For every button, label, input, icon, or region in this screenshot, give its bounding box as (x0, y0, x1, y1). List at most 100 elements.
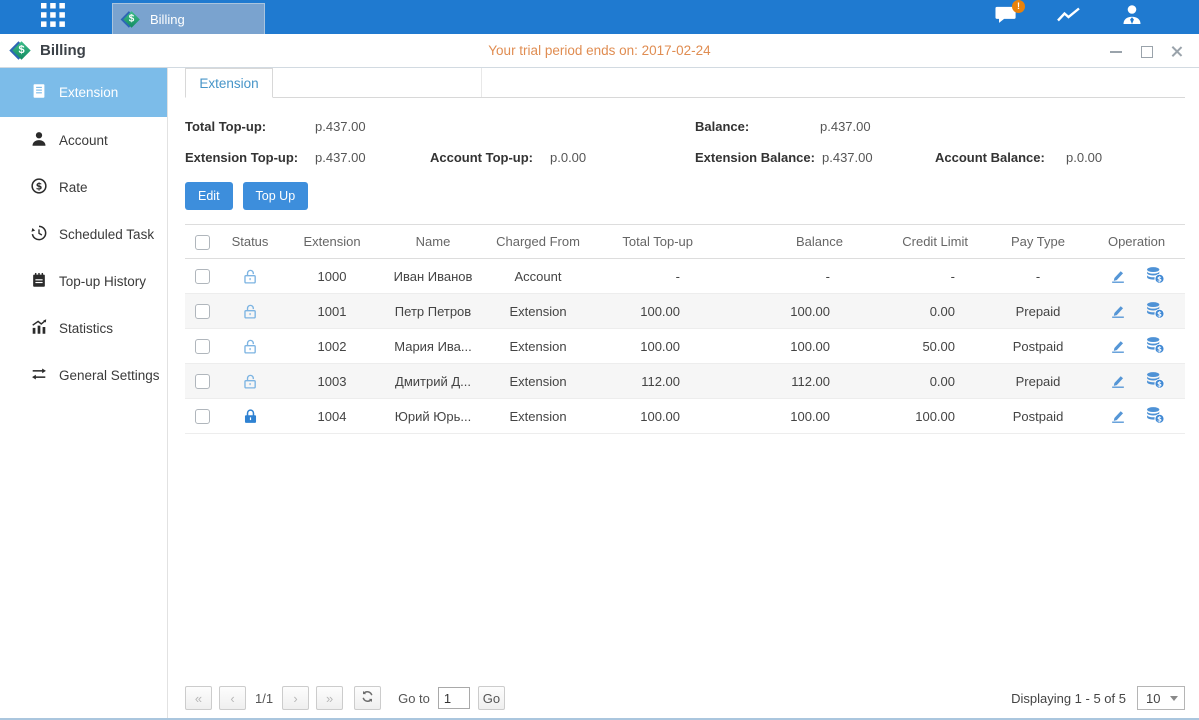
account-topup-label: Account Top-up: (430, 150, 550, 165)
extension-topup-value: p.437.00 (315, 150, 430, 165)
edit-button[interactable]: Edit (185, 182, 233, 210)
cell-total-topup: 100.00 (593, 329, 713, 364)
cell-credit-limit: 0.00 (863, 294, 988, 329)
top-up-row-icon[interactable]: $ (1145, 406, 1165, 427)
cell-credit-limit: 100.00 (863, 399, 988, 434)
lock-closed-icon (242, 407, 259, 422)
lock-open-icon (242, 302, 259, 317)
edit-row-icon[interactable] (1109, 301, 1127, 322)
messages-button[interactable]: ! (991, 3, 1021, 31)
edit-row-icon[interactable] (1109, 406, 1127, 427)
table-row[interactable]: 1001 Петр Петров Extension 100.00 100.00… (185, 294, 1185, 329)
extension-topup-label: Extension Top-up: (185, 150, 315, 165)
cell-balance: 112.00 (713, 364, 863, 399)
table-row[interactable]: 1003 Дмитрий Д... Extension 112.00 112.0… (185, 364, 1185, 399)
cell-extension: 1003 (281, 364, 383, 399)
statistics-chart-icon (30, 318, 48, 339)
edit-row-icon[interactable] (1109, 266, 1127, 287)
cell-pay-type: Prepaid (988, 294, 1088, 329)
extensions-table: Status Extension Name Charged From Total… (185, 224, 1185, 434)
next-page-button[interactable]: › (282, 686, 309, 710)
row-checkbox[interactable] (195, 339, 210, 354)
tab-strip-divider (273, 68, 482, 97)
resource-monitor-button[interactable] (1054, 3, 1084, 31)
extension-balance-value: p.437.00 (822, 150, 935, 165)
account-person-icon (30, 130, 48, 151)
top-up-row-icon[interactable]: $ (1145, 301, 1165, 322)
sidebar-item-statistics[interactable]: Statistics (0, 305, 167, 352)
go-button[interactable]: Go (478, 686, 505, 710)
row-checkbox[interactable] (195, 374, 210, 389)
close-icon[interactable] (1169, 44, 1183, 58)
select-all-checkbox[interactable] (195, 235, 210, 250)
page-size-select[interactable]: 10 (1137, 686, 1185, 710)
maximize-icon[interactable] (1139, 44, 1153, 58)
refresh-arrows-icon (360, 689, 375, 707)
top-up-row-icon[interactable]: $ (1145, 266, 1165, 287)
svg-text:$: $ (1157, 275, 1162, 283)
top-up-row-icon[interactable]: $ (1145, 336, 1165, 357)
row-checkbox[interactable] (195, 269, 210, 284)
balance-summary: Total Top-up: p.437.00 Extension Top-up:… (185, 111, 1185, 173)
taskbar-tab-label: Billing (150, 12, 185, 27)
table-row[interactable]: 1000 Иван Иванов Account - - - - (185, 259, 1185, 294)
sidebar-item-topup-history[interactable]: Top-up History (0, 258, 167, 305)
col-extension: Extension (281, 225, 383, 259)
total-topup-value: p.437.00 (315, 119, 366, 134)
table-header-row: Status Extension Name Charged From Total… (185, 225, 1185, 259)
svg-text:$: $ (1157, 380, 1162, 388)
cell-extension: 1000 (281, 259, 383, 294)
rate-dollar-circle-icon: $ (30, 177, 48, 198)
cell-pay-type: Postpaid (988, 399, 1088, 434)
col-credit-limit: Credit Limit (863, 225, 988, 259)
taskbar-billing-tab[interactable]: $ Billing (112, 3, 265, 34)
account-balance-value: p.0.00 (1066, 150, 1102, 165)
tab-extension[interactable]: Extension (185, 68, 273, 98)
refresh-button[interactable] (354, 686, 381, 710)
sidebar-item-rate[interactable]: $ Rate (0, 164, 167, 211)
sidebar-item-account[interactable]: Account (0, 117, 167, 164)
account-topup-value: p.0.00 (550, 150, 586, 165)
last-page-button[interactable]: » (316, 686, 343, 710)
balance-label: Balance: (695, 119, 820, 134)
svg-text:$: $ (1157, 310, 1162, 318)
cell-pay-type: Postpaid (988, 329, 1088, 364)
col-charged-from: Charged From (483, 225, 593, 259)
pagination-bar: « ‹ 1/1 › » Go to (185, 686, 1185, 710)
goto-page-input[interactable] (438, 687, 470, 709)
taskbar-right-icons: ! (991, 0, 1199, 34)
prev-page-button[interactable]: ‹ (219, 686, 246, 710)
col-balance: Balance (713, 225, 863, 259)
sidebar-item-general-settings[interactable]: General Settings (0, 352, 167, 399)
sidebar-item-extension[interactable]: Extension (0, 68, 167, 117)
svg-text:$: $ (1157, 415, 1162, 423)
cell-name: Иван Иванов (383, 259, 483, 294)
scheduled-task-clock-icon (30, 224, 48, 245)
cell-balance: 100.00 (713, 294, 863, 329)
user-menu-button[interactable] (1117, 3, 1147, 31)
col-pay-type: Pay Type (988, 225, 1088, 259)
svg-text:$: $ (1157, 345, 1162, 353)
table-row[interactable]: 1002 Мария Ива... Extension 100.00 100.0… (185, 329, 1185, 364)
lock-open-icon (242, 267, 259, 282)
first-page-button[interactable]: « (185, 686, 212, 710)
row-checkbox[interactable] (195, 409, 210, 424)
tab-strip: Extension (185, 68, 1185, 98)
total-topup-label: Total Top-up: (185, 119, 315, 134)
table-row[interactable]: 1004 Юрий Юрь... Extension 100.00 100.00… (185, 399, 1185, 434)
row-checkbox[interactable] (195, 304, 210, 319)
apps-menu-button[interactable] (31, 0, 75, 34)
minimize-icon[interactable] (1109, 44, 1123, 58)
cell-charged-from: Extension (483, 399, 593, 434)
edit-row-icon[interactable] (1109, 371, 1127, 392)
extension-ledger-icon (30, 82, 48, 103)
sidebar-item-scheduled-task[interactable]: Scheduled Task (0, 211, 167, 258)
extension-balance-label: Extension Balance: (695, 150, 822, 165)
top-up-row-icon[interactable]: $ (1145, 371, 1165, 392)
cell-pay-type: - (988, 259, 1088, 294)
top-up-button[interactable]: Top Up (243, 182, 309, 210)
cell-credit-limit: 50.00 (863, 329, 988, 364)
edit-row-icon[interactable] (1109, 336, 1127, 357)
account-balance-label: Account Balance: (935, 150, 1066, 165)
cell-name: Юрий Юрь... (383, 399, 483, 434)
